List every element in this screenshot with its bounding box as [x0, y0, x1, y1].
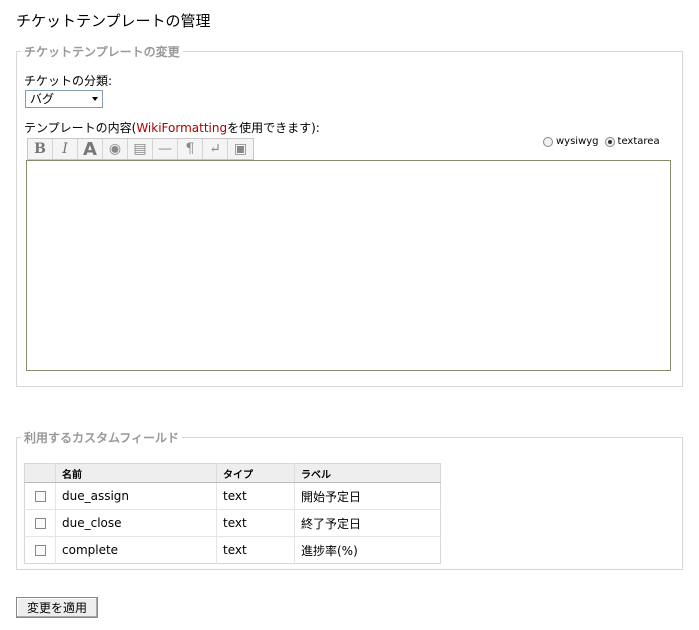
template-legend: チケットテンプレートの変更 [24, 45, 180, 59]
wiki-formatting-link[interactable]: WikiFormatting [136, 121, 227, 135]
field-type: text [216, 482, 295, 510]
field-name: complete [55, 536, 217, 564]
field-type: text [216, 509, 295, 537]
name-header: 名前 [55, 463, 217, 483]
field-label: 終了予定日 [294, 509, 441, 537]
heading-icon[interactable]: A [78, 139, 103, 160]
code-block-icon[interactable]: ▤ [128, 139, 153, 159]
label-header: ラベル [294, 463, 441, 483]
field-name: due_close [55, 509, 217, 537]
category-select[interactable]: バグ [25, 90, 103, 108]
textarea-label: textarea [617, 136, 660, 147]
custom-fields-legend: 利用するカスタムフィールド [24, 431, 180, 445]
table-row: complete text 進捗率(%) [24, 536, 441, 564]
field-label: 開始予定日 [294, 482, 441, 510]
checkbox-cell [24, 482, 56, 510]
custom-fields-table: 名前 タイプ ラベル due_assign text 開始予定日 due_clo… [24, 463, 441, 564]
checkbox-cell [24, 536, 56, 564]
table-header-row: 名前 タイプ ラベル [24, 463, 441, 483]
field-checkbox-due-close[interactable] [34, 518, 46, 529]
content-label: テンプレートの内容(WikiFormattingを使用できます): [24, 119, 320, 136]
bold-icon[interactable]: B [28, 139, 53, 159]
wysiwyg-radio[interactable] [543, 136, 553, 147]
chevron-down-icon [92, 97, 98, 101]
field-label: 進捗率(%) [294, 536, 441, 564]
checkbox-header [24, 463, 56, 483]
category-select-value: バグ [30, 92, 55, 106]
apply-changes-button[interactable]: 変更を適用 [16, 597, 99, 618]
wysiwyg-label: wysiwyg [556, 136, 599, 147]
page-title: チケットテンプレートの管理 [16, 12, 211, 30]
type-header: タイプ [216, 463, 295, 483]
table-row: due_close text 終了予定日 [24, 509, 441, 537]
checkbox-cell [24, 509, 56, 537]
field-checkbox-due-assign[interactable] [34, 491, 46, 502]
editor-toolbar: B I A ◉ ▤ — ¶ ↵ ▣ [27, 138, 254, 160]
category-label: チケットの分類: [24, 74, 113, 88]
link-icon[interactable]: ◉ [103, 139, 128, 159]
field-name: due_assign [55, 482, 217, 510]
textarea-option[interactable]: textarea [604, 136, 660, 147]
paragraph-icon[interactable]: ¶ [178, 139, 203, 159]
italic-icon[interactable]: I [53, 139, 78, 159]
textarea-radio[interactable] [604, 136, 615, 147]
field-checkbox-complete[interactable] [34, 545, 46, 556]
line-break-icon[interactable]: ↵ [203, 139, 228, 159]
content-label-suffix: を使用できます): [227, 121, 320, 135]
template-content-textarea[interactable] [26, 160, 671, 371]
content-label-prefix: テンプレートの内容( [24, 121, 137, 135]
field-type: text [216, 536, 295, 564]
image-icon[interactable]: ▣ [228, 139, 253, 159]
table-row: due_assign text 開始予定日 [24, 482, 441, 510]
editor-mode-selector: wysiwyg textarea [543, 136, 666, 147]
wysiwyg-option[interactable]: wysiwyg [543, 136, 599, 147]
horizontal-rule-icon[interactable]: — [153, 139, 178, 159]
